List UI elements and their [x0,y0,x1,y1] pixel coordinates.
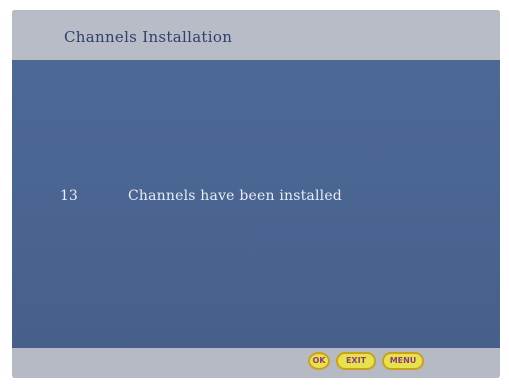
header-bar: Channels Installation [12,10,500,60]
ok-button[interactable]: OK [308,352,330,370]
footer-bar [12,348,500,378]
page-title: Channels Installation [64,28,233,46]
exit-button[interactable]: EXIT [336,352,376,370]
tv-osd-screen: Channels Installation 13 Channels have b… [12,10,500,378]
channel-count: 13 [60,188,78,204]
status-message: Channels have been installed [128,188,342,204]
main-panel: 13 Channels have been installed [12,60,500,348]
menu-button[interactable]: MENU [382,352,424,370]
